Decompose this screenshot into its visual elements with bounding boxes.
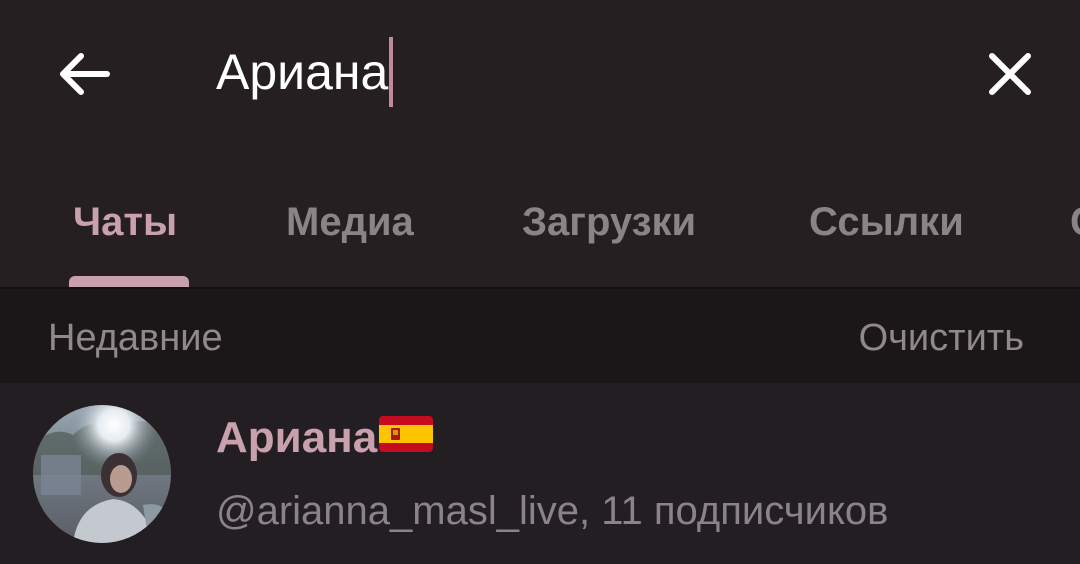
tab-downloads[interactable]: Загрузки: [522, 200, 696, 250]
result-subtitle: @arianna_masl_live, 11 подписчиков: [216, 489, 889, 533]
tab-media[interactable]: Медиа: [286, 200, 414, 250]
arrow-left-icon: [60, 53, 110, 95]
tab-links[interactable]: Ссылки: [809, 200, 964, 250]
result-name-container: Ариана: [216, 413, 434, 463]
search-query: Ариана: [216, 44, 389, 100]
close-icon: [989, 53, 1031, 95]
clear-recent-button[interactable]: Очистить: [859, 317, 1024, 360]
back-button[interactable]: [50, 44, 116, 104]
tab-chats[interactable]: Чаты: [73, 200, 177, 250]
text-cursor: [389, 37, 394, 107]
recent-header: Недавние Очистить: [0, 289, 1080, 383]
search-toolbar: Ариана: [0, 0, 1080, 150]
result-name: Ариана: [216, 413, 378, 462]
search-tabs: Чаты Медиа Загрузки Ссылки С: [0, 150, 1080, 288]
avatar: [33, 405, 171, 543]
spain-flag-icon: [379, 413, 434, 463]
search-result-item[interactable]: Ариана @arianna_masl_live, 11 подписчико…: [0, 383, 1080, 564]
clear-search-button[interactable]: [980, 44, 1040, 104]
search-input[interactable]: Ариана: [216, 36, 394, 108]
recent-title: Недавние: [48, 317, 223, 359]
tab-more[interactable]: С: [1070, 200, 1080, 250]
